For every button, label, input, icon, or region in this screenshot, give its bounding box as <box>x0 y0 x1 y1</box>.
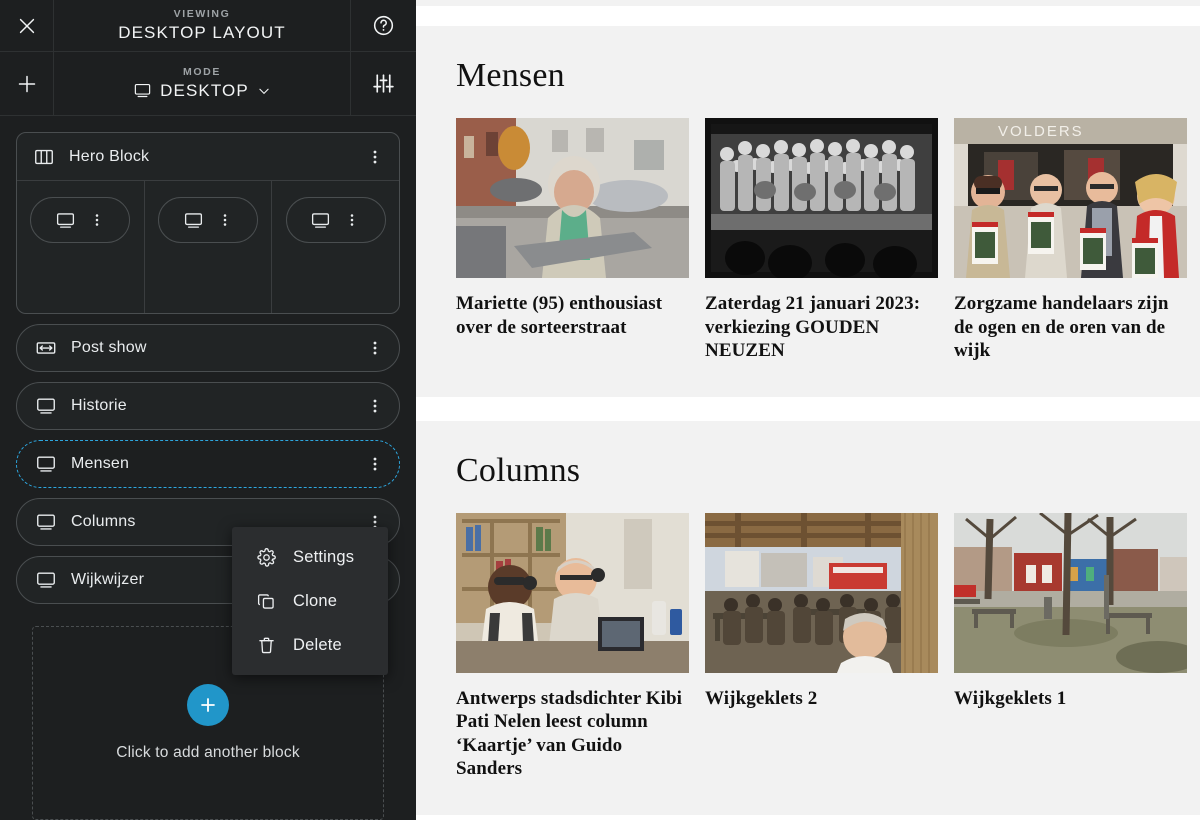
card-image-group-on-stage-bw-photo <box>705 118 938 278</box>
help-circle-icon <box>373 15 394 36</box>
block-row-mensen[interactable]: Mensen <box>16 440 400 488</box>
card-wijkgeklets-2[interactable]: Wijkgeklets 2 <box>705 512 938 781</box>
card-antwerps-stadsdichter[interactable]: Antwerps stadsdichter Kibi Pati Nelen le… <box>456 512 689 781</box>
add-block-text: Click to add another block <box>116 744 300 761</box>
more-vertical-icon <box>373 341 377 355</box>
tune-settings-button[interactable] <box>350 52 416 115</box>
desktop-icon <box>56 212 74 228</box>
sliders-icon <box>373 74 394 93</box>
desktop-icon <box>37 572 55 588</box>
mode-header-row: MODE DESKTOP <box>0 52 416 116</box>
card-image-elderly-woman-street-photo <box>456 118 689 278</box>
context-menu-item-delete[interactable]: Delete <box>232 623 388 667</box>
add-block-header-button[interactable] <box>0 52 54 115</box>
hero-column-3[interactable] <box>272 181 399 313</box>
hero-column-2[interactable] <box>145 181 273 313</box>
card-title: Zaterdag 21 januari 2023: verkiezing GOU… <box>705 293 921 361</box>
viewing-kicker: VIEWING <box>173 7 231 20</box>
mode-value: DESKTOP <box>160 80 249 100</box>
preview-section-columns: Columns Antwerps stadsdichter Kibi Pati … <box>416 420 1200 815</box>
card-wijkgeklets-1[interactable]: Wijkgeklets 1 <box>954 512 1187 781</box>
preview-section-mensen: Mensen Mariette (95) enthousiast over de… <box>416 26 1200 397</box>
card-image-four-people-flyers-volders-shop-photo: VOLDERS <box>954 118 1187 278</box>
hero-column-1[interactable] <box>17 181 145 313</box>
viewing-label-group: VIEWING DESKTOP LAYOUT <box>54 0 350 51</box>
hero-column-3-pill[interactable] <box>285 197 386 243</box>
copy-icon <box>257 593 274 609</box>
context-menu-item-label: Delete <box>293 635 342 654</box>
block-row-label: Post show <box>71 339 147 356</box>
close-button[interactable] <box>0 0 54 51</box>
block-hero-columns <box>17 181 399 313</box>
gear-icon <box>257 547 276 567</box>
card-title: Wijkgeklets 1 <box>954 687 1067 709</box>
editor-sidebar: VIEWING DESKTOP LAYOUT MODE DESKTOP Hero… <box>0 0 416 820</box>
mode-value-row: DESKTOP <box>133 80 271 102</box>
preview-gap-top <box>416 6 1200 26</box>
columns-icon <box>35 149 53 164</box>
section-cards: Mariette (95) enthousiast over de sortee… <box>456 118 1187 397</box>
desktop-icon <box>312 212 330 228</box>
block-hero-header[interactable]: Hero Block <box>17 133 399 181</box>
section-title: Mensen <box>456 57 565 94</box>
desktop-icon <box>37 398 55 414</box>
block-row-more-button[interactable] <box>365 338 385 358</box>
card-mariette[interactable]: Mariette (95) enthousiast over de sortee… <box>456 118 689 363</box>
block-row-historie[interactable]: Historie <box>16 382 400 430</box>
block-row-label: Mensen <box>71 455 130 472</box>
hero-column-2-pill[interactable] <box>158 197 258 243</box>
context-menu-item-label: Clone <box>293 591 338 610</box>
context-menu-item-label: Settings <box>293 547 355 566</box>
block-row-more-button[interactable] <box>365 396 385 416</box>
block-hero-label: Hero Block <box>69 147 150 165</box>
card-image-community-gathering-pavilion-photo <box>705 512 938 673</box>
trash-icon <box>259 637 274 653</box>
svg-text:VOLDERS: VOLDERS <box>998 123 1084 140</box>
blocks-list: Hero Block Post show Historie Mensen Col… <box>0 116 416 820</box>
more-vertical-icon <box>373 457 377 471</box>
context-menu-item-clone[interactable]: Clone <box>232 579 388 623</box>
add-block-fab[interactable] <box>187 684 229 726</box>
viewing-header-row: VIEWING DESKTOP LAYOUT <box>0 0 416 52</box>
block-row-label: Historie <box>71 397 127 414</box>
plus-icon <box>18 75 35 92</box>
block-row-more-button[interactable] <box>365 454 385 474</box>
preview-section-gap <box>416 396 1200 421</box>
close-icon <box>19 18 34 33</box>
card-title: Zorgzame handelaars zijn de ogen en de o… <box>954 293 1169 361</box>
desktop-icon <box>37 456 55 472</box>
block-row-post-show[interactable]: Post show <box>16 324 400 372</box>
card-image-two-men-at-desk-photo <box>456 512 689 673</box>
layout-preview: Mensen Mariette (95) enthousiast over de… <box>416 0 1200 820</box>
desktop-icon <box>37 514 55 530</box>
block-hero-more-button[interactable] <box>365 147 385 167</box>
block-context-menu: Settings Clone Delete <box>232 527 388 675</box>
card-title: Antwerps stadsdichter Kibi Pati Nelen le… <box>456 687 683 780</box>
chevron-down-icon <box>259 88 269 94</box>
resize-horizontal-icon <box>36 342 56 354</box>
more-vertical-icon <box>373 150 377 163</box>
help-button[interactable] <box>350 0 416 51</box>
plus-icon <box>201 698 215 712</box>
more-vertical-icon <box>95 214 99 226</box>
section-cards: Antwerps stadsdichter Kibi Pati Nelen le… <box>456 512 1187 815</box>
more-vertical-icon <box>223 214 226 226</box>
viewing-title: DESKTOP LAYOUT <box>118 22 286 42</box>
card-image-town-square-benches-photo <box>954 512 1187 673</box>
card-gouden-neuzen[interactable]: Zaterdag 21 januari 2023: verkiezing GOU… <box>705 118 938 363</box>
card-title: Wijkgeklets 2 <box>705 687 818 709</box>
more-vertical-icon <box>373 399 377 413</box>
desktop-icon <box>184 212 202 228</box>
context-menu-item-settings[interactable]: Settings <box>232 535 388 579</box>
card-title: Mariette (95) enthousiast over de sortee… <box>456 293 663 338</box>
more-vertical-icon <box>350 214 354 226</box>
hero-column-1-pill[interactable] <box>30 197 131 243</box>
desktop-icon <box>134 83 151 98</box>
layout-editor-app: VIEWING DESKTOP LAYOUT MODE DESKTOP Hero… <box>0 0 1200 820</box>
mode-kicker: MODE <box>183 65 221 78</box>
mode-selector[interactable]: MODE DESKTOP <box>54 52 350 115</box>
card-zorgzame-handelaars[interactable]: VOLDERS Zorgzame handelaars zijn de ogen… <box>954 118 1187 363</box>
block-hero[interactable]: Hero Block <box>16 132 400 314</box>
section-title: Columns <box>456 451 581 489</box>
